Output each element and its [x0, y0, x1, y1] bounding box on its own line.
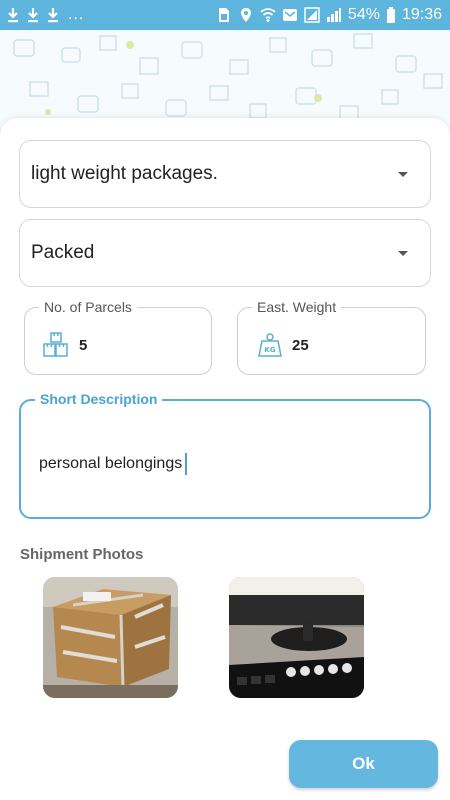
download-icon	[8, 8, 18, 23]
status-overflow-dots: ...	[68, 6, 85, 23]
clock: 19:36	[401, 6, 442, 23]
parcels-value: 5	[79, 336, 88, 354]
description-field[interactable]: Short Description personal belongings	[19, 391, 431, 519]
ok-button[interactable]: Ok	[289, 740, 438, 788]
weight-value: 25	[292, 336, 309, 354]
parcels-field[interactable]: No. of Parcels 5	[24, 299, 212, 375]
category-select[interactable]: light weight packages.	[19, 140, 431, 208]
boxes-icon	[43, 332, 68, 357]
download-icon	[28, 8, 38, 23]
download-icon	[48, 8, 58, 23]
category-select-value: light weight packages.	[31, 163, 218, 184]
shipment-photo-desk[interactable]	[229, 577, 364, 698]
weight-field[interactable]: East. Weight KG 25	[237, 299, 426, 375]
shipment-photo-box[interactable]	[43, 577, 178, 698]
status-select-value: Packed	[31, 242, 95, 263]
battery-icon	[386, 7, 395, 23]
dropdown-arrow-icon	[398, 171, 408, 177]
sim-icon	[218, 8, 229, 22]
location-icon	[240, 8, 251, 22]
signal-bars-icon	[326, 8, 341, 22]
shipment-photos-label: Shipment Photos	[20, 546, 144, 563]
signal-icon	[304, 7, 320, 23]
weight-label: East. Weight	[252, 299, 342, 315]
svg-text:KG: KG	[264, 346, 275, 354]
message-icon	[282, 9, 297, 21]
status-bar: ... 54% 19:36	[0, 0, 450, 30]
parcels-label: No. of Parcels	[39, 299, 137, 315]
description-value: personal belongings	[39, 455, 183, 472]
text-cursor	[185, 453, 188, 475]
status-select[interactable]: Packed	[19, 219, 431, 287]
dropdown-arrow-icon	[398, 250, 408, 256]
shipment-details-card: light weight packages. Packed No. of Par…	[0, 118, 450, 800]
background-pattern	[0, 30, 450, 130]
description-label: Short Description	[35, 391, 163, 407]
kg-weight-icon: KG	[258, 333, 282, 357]
wifi-icon	[260, 8, 276, 22]
battery-percent: 54%	[347, 6, 380, 23]
